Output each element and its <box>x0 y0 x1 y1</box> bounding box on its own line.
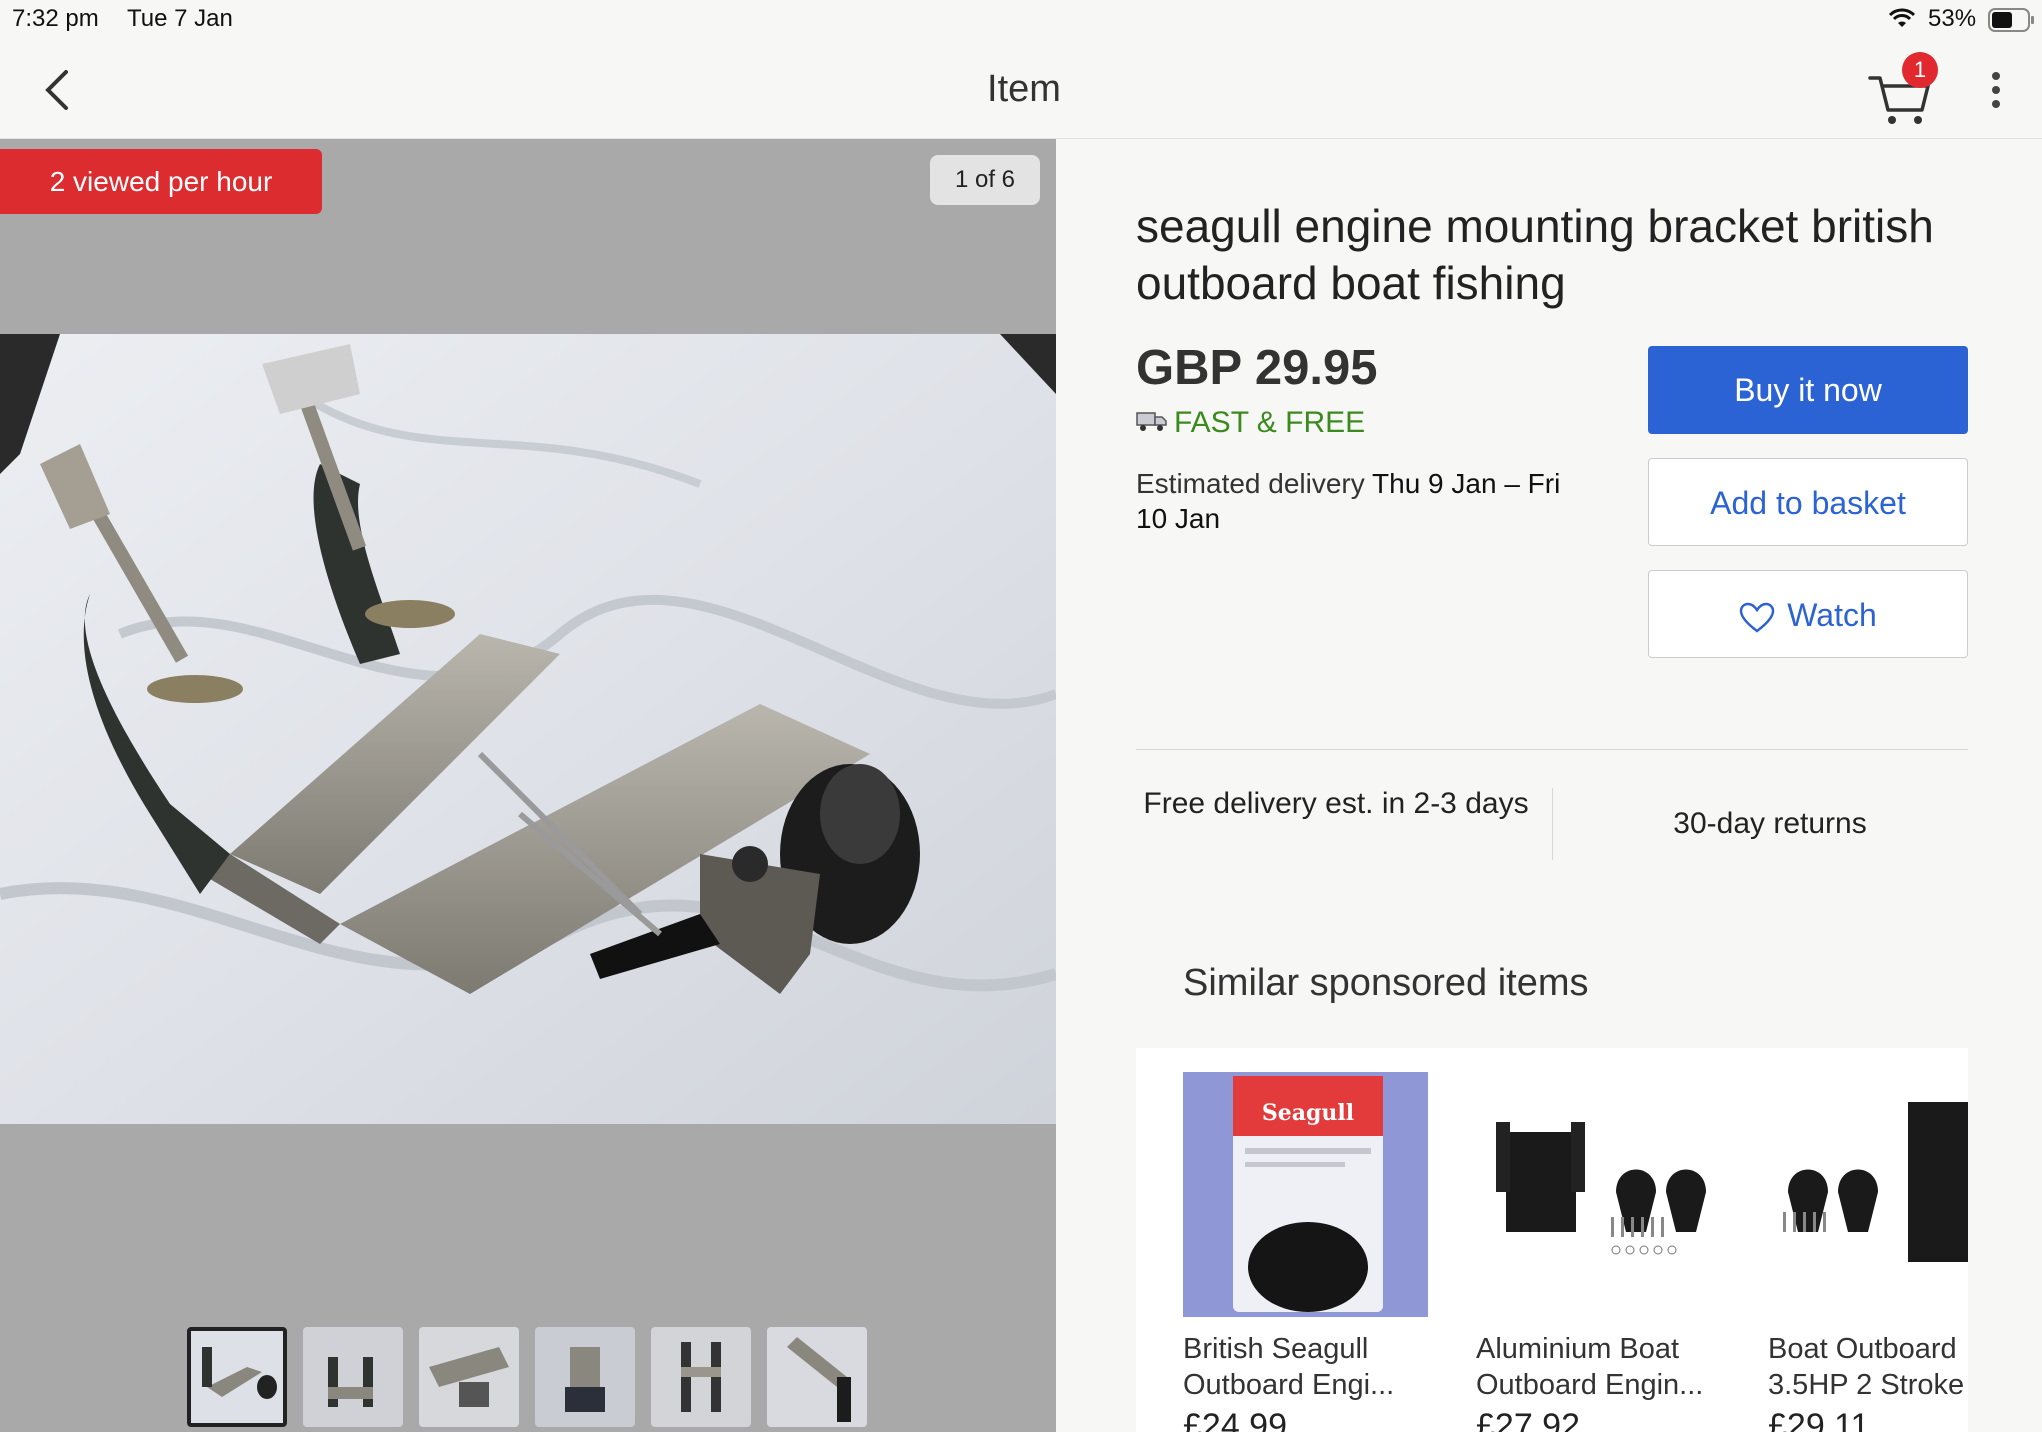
page-title: Item <box>987 68 1061 110</box>
status-bar: 7:32 pm Tue 7 Jan 53% <box>0 0 2042 40</box>
cart-count-badge: 1 <box>1902 52 1938 88</box>
item-title: seagull engine mounting bracket british … <box>1136 200 1934 309</box>
similar-item-name-line1: British Seagull <box>1183 1333 1369 1365</box>
watch-label: Watch <box>1787 597 1877 633</box>
divider <box>1136 749 1968 750</box>
similar-items-heading: Similar sponsored items <box>1183 962 1589 1004</box>
main-product-photo[interactable] <box>0 334 1056 1124</box>
similar-item-name-line1: Aluminium Boat <box>1476 1333 1680 1365</box>
similar-item-card[interactable]: Aluminium Boat Outboard Engin... £27.92 <box>1476 1072 1721 1432</box>
battery-icon <box>1988 8 2036 37</box>
shipping-label: FAST & FREE <box>1174 406 1366 439</box>
add-to-basket-button[interactable]: Add to basket <box>1648 458 1968 546</box>
image-counter: 1 of 6 <box>930 155 1040 205</box>
thumbnail-1[interactable] <box>187 1327 287 1427</box>
viewed-per-hour-banner: 2 viewed per hour <box>0 149 322 214</box>
thumbnail-2[interactable] <box>303 1327 403 1427</box>
feature-divider <box>1552 788 1553 860</box>
similar-item-price: £24.99 <box>1183 1407 1287 1432</box>
seagull-brand-text: Seagull <box>1262 1100 1354 1126</box>
similar-item-image <box>1476 1072 1721 1317</box>
similar-item-image: Seagull <box>1183 1072 1428 1317</box>
thumbnail-4[interactable] <box>535 1327 635 1427</box>
wifi-icon <box>1888 7 1916 34</box>
similar-item-name-line2: Outboard Engin... <box>1476 1369 1704 1401</box>
item-price: GBP 29.95 <box>1136 341 1378 395</box>
returns-info: 30-day returns <box>1673 807 1867 840</box>
similar-items-carousel[interactable]: Seagull British Seagull Outboard Engi...… <box>1136 1048 1968 1432</box>
shipping-badge: FAST & FREE <box>1136 406 1365 441</box>
truck-icon <box>1136 407 1168 441</box>
thumbnail-3[interactable] <box>419 1327 519 1427</box>
estimated-delivery: Estimated delivery Thu 9 Jan – Fri 10 Ja… <box>1136 466 1596 536</box>
more-options-button[interactable] <box>1984 68 2008 112</box>
status-time: 7:32 pm <box>12 5 99 32</box>
similar-item-price: £29.11 <box>1768 1407 1870 1432</box>
battery-percent: 53% <box>1928 5 1977 32</box>
nav-bar: Item 1 <box>0 40 2042 139</box>
thumbnail-6[interactable] <box>767 1327 867 1427</box>
similar-item-card[interactable]: Seagull British Seagull Outboard Engi...… <box>1183 1072 1428 1432</box>
free-delivery-info: Free delivery est. in 2-3 days <box>1143 787 1529 820</box>
similar-item-name-line2: 3.5HP 2 Stroke <box>1768 1369 1965 1401</box>
similar-item-name-line1: Boat Outboard <box>1768 1333 1957 1365</box>
similar-item-price: £27.92 <box>1476 1407 1580 1432</box>
similar-item-name-line2: Outboard Engi... <box>1183 1369 1395 1401</box>
status-date: Tue 7 Jan <box>127 5 233 32</box>
estimated-delivery-label: Estimated delivery <box>1136 468 1373 499</box>
buy-it-now-button[interactable]: Buy it now <box>1648 346 1968 434</box>
more-vertical-icon <box>1992 72 2000 108</box>
image-gallery[interactable]: 2 viewed per hour 1 of 6 <box>0 139 1056 1432</box>
thumbnail-5[interactable] <box>651 1327 751 1427</box>
heart-icon <box>1739 602 1775 633</box>
similar-item-image <box>1768 1072 1968 1317</box>
watch-button[interactable]: Watch <box>1648 570 1968 658</box>
similar-item-card[interactable]: Boat Outboard 3.5HP 2 Stroke £29.11 <box>1768 1072 1968 1432</box>
